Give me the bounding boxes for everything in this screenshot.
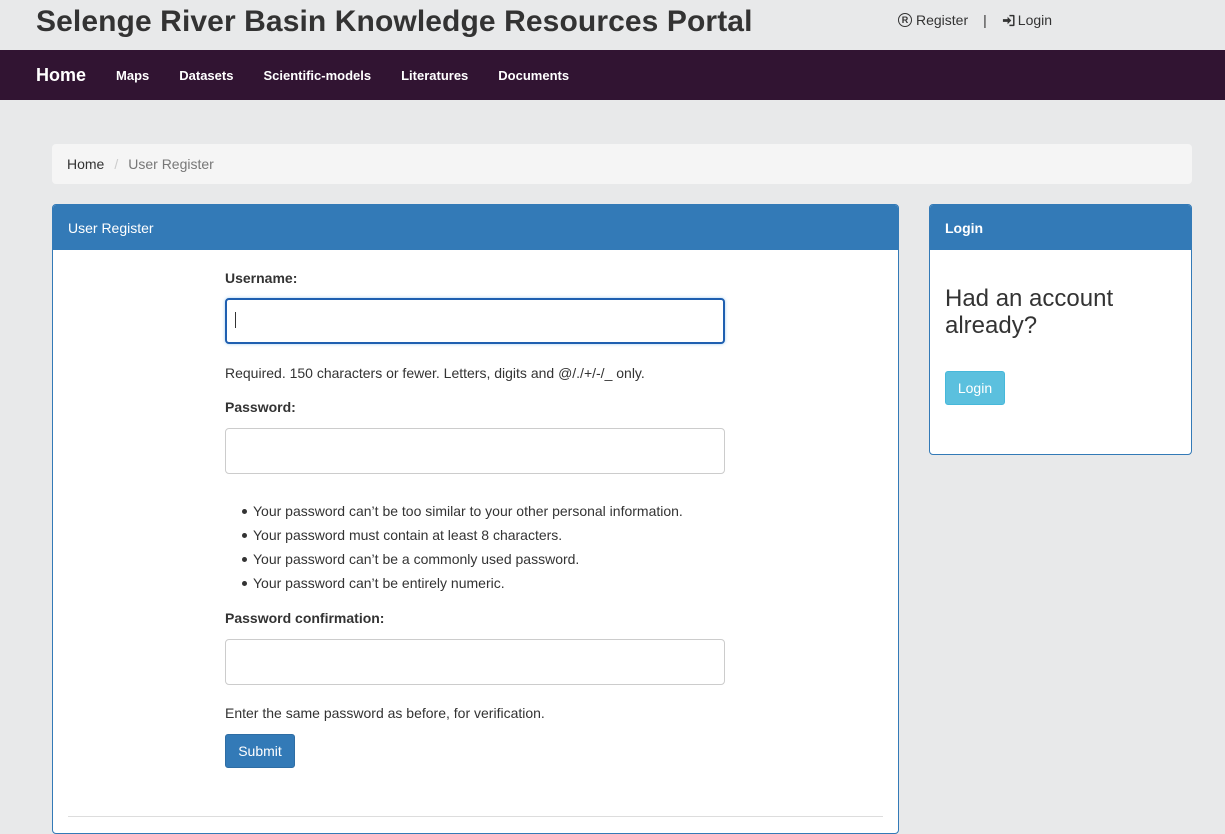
submit-button[interactable]: Submit — [225, 734, 295, 768]
password-rule: Your password can’t be a commonly used p… — [225, 547, 683, 571]
login-link[interactable]: Login — [1002, 12, 1052, 28]
password-rules-list: Your password can’t be too similar to yo… — [225, 499, 683, 595]
username-label: Username: — [225, 270, 298, 286]
auth-separator: | — [983, 12, 987, 28]
password-rule: Your password must contain at least 8 ch… — [225, 523, 683, 547]
nav-datasets[interactable]: Datasets — [179, 68, 233, 83]
main-navbar: Home Maps Datasets Scientific-models Lit… — [0, 50, 1225, 100]
breadcrumb-current: User Register — [128, 156, 214, 172]
nav-home[interactable]: Home — [36, 65, 86, 86]
register-panel: User Register Username: Required. 150 ch… — [52, 204, 899, 834]
nav-literatures[interactable]: Literatures — [401, 68, 468, 83]
password-confirmation-label: Password confirmation: — [225, 610, 385, 626]
password-confirmation-input[interactable] — [225, 639, 725, 685]
register-panel-title: User Register — [53, 205, 898, 250]
password-input[interactable] — [225, 428, 725, 474]
nav-documents[interactable]: Documents — [498, 68, 569, 83]
login-panel-title: Login — [930, 205, 1191, 250]
breadcrumb-separator: / — [114, 156, 119, 172]
auth-links: R Register | Login — [898, 12, 1052, 28]
login-link-label: Login — [1017, 12, 1053, 28]
password-rule: Your password can’t be too similar to yo… — [225, 499, 683, 523]
site-header: Selenge River Basin Knowledge Resources … — [0, 0, 1225, 50]
form-divider — [68, 816, 883, 817]
nav-maps[interactable]: Maps — [116, 68, 149, 83]
password-rule: Your password can’t be entirely numeric. — [225, 571, 683, 595]
breadcrumb: Home / User Register — [52, 144, 1192, 184]
username-input[interactable] — [225, 298, 725, 344]
registered-icon: R — [898, 13, 912, 27]
register-link[interactable]: R Register — [898, 12, 968, 28]
register-link-label: Register — [916, 12, 969, 28]
text-caret — [235, 312, 236, 328]
sign-in-icon — [1002, 14, 1015, 27]
login-prompt: Had an account already? — [945, 285, 1114, 339]
site-title: Selenge River Basin Knowledge Resources … — [36, 5, 753, 38]
nav-scientific-models[interactable]: Scientific-models — [263, 68, 371, 83]
breadcrumb-home[interactable]: Home — [67, 156, 104, 172]
login-button[interactable]: Login — [945, 371, 1005, 405]
username-help: Required. 150 characters or fewer. Lette… — [225, 365, 645, 381]
password-confirmation-help: Enter the same password as before, for v… — [225, 705, 545, 721]
password-label: Password: — [225, 399, 296, 415]
username-field-wrap — [225, 298, 725, 344]
login-panel: Login Had an account already? Login — [929, 204, 1192, 455]
